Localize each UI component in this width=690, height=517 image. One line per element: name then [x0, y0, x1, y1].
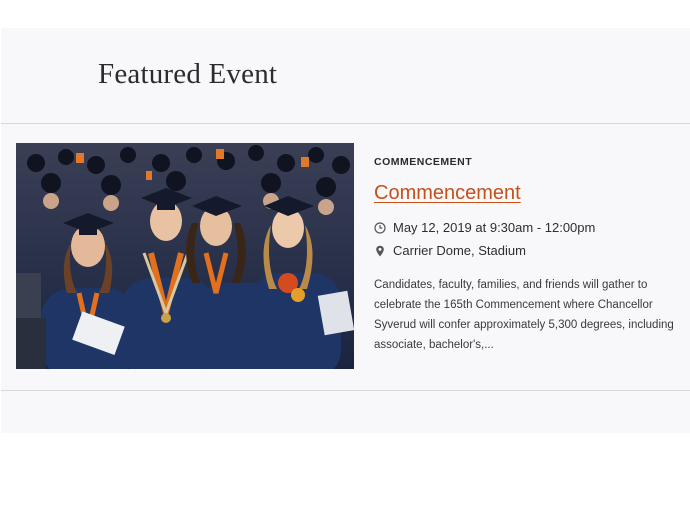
event-title-link[interactable]: Commencement: [374, 182, 521, 205]
graduates-photo-illustration: [16, 143, 354, 369]
divider-bottom: [1, 390, 690, 391]
event-date-time: May 12, 2019 at 9:30am - 12:00pm: [393, 220, 596, 235]
map-pin-icon: [374, 245, 386, 257]
section-title: Featured Event: [98, 58, 278, 90]
event-location-row: Carrier Dome, Stadium: [374, 243, 679, 258]
event-date-row: May 12, 2019 at 9:30am - 12:00pm: [374, 220, 679, 235]
featured-event-section: Featured Event COMMENCEMENT Commencement…: [1, 28, 690, 433]
event-details: COMMENCEMENT Commencement May 12, 2019 a…: [374, 156, 679, 355]
event-description: Candidates, faculty, families, and frien…: [374, 279, 674, 351]
event-location: Carrier Dome, Stadium: [393, 243, 526, 258]
event-category: COMMENCEMENT: [374, 156, 473, 168]
event-photo[interactable]: [16, 143, 354, 369]
divider-top: [1, 123, 690, 124]
clock-icon: [374, 221, 386, 234]
section-header: Featured Event: [1, 28, 690, 124]
